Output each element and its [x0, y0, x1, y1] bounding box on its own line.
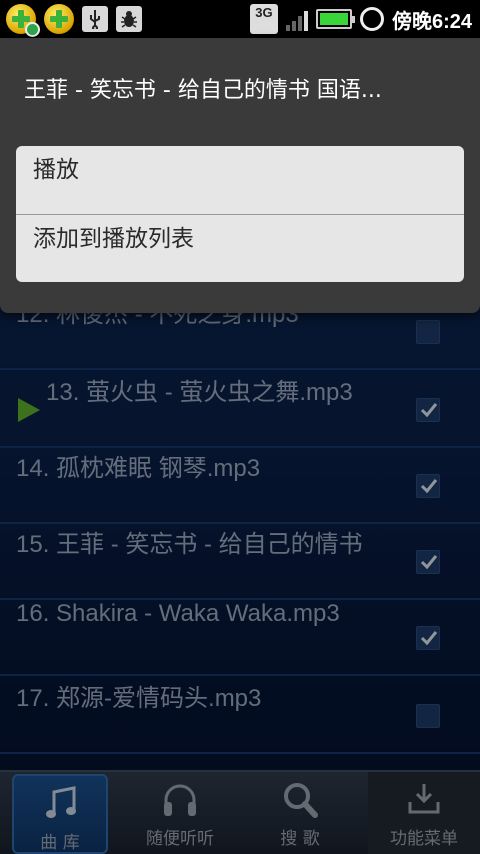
app-badge-icon: [44, 4, 74, 34]
battery-icon: [315, 9, 355, 29]
signal-icon: [285, 7, 308, 31]
clock: 傍晚6:24: [391, 10, 472, 33]
app-badge-icon: [6, 4, 40, 37]
bug-icon: [116, 6, 142, 32]
alarm-icon: [359, 7, 384, 31]
menu-list: 播放 添加到播放列表: [16, 146, 464, 282]
dialog-title: 王菲 - 笑忘书 - 给自己的情书 国语...: [24, 78, 382, 103]
menu-item-add-to-playlist[interactable]: 添加到播放列表: [16, 214, 464, 282]
check-badge-icon: [25, 22, 40, 37]
menu-item-play[interactable]: 播放: [16, 146, 464, 214]
context-menu-dialog: 王菲 - 笑忘书 - 给自己的情书 国语... 播放 添加到播放列表: [0, 38, 480, 313]
3g-icon: 3G: [249, 4, 278, 34]
status-bar: 3G 傍晚6:24: [0, 0, 480, 38]
usb-icon: [82, 6, 108, 32]
